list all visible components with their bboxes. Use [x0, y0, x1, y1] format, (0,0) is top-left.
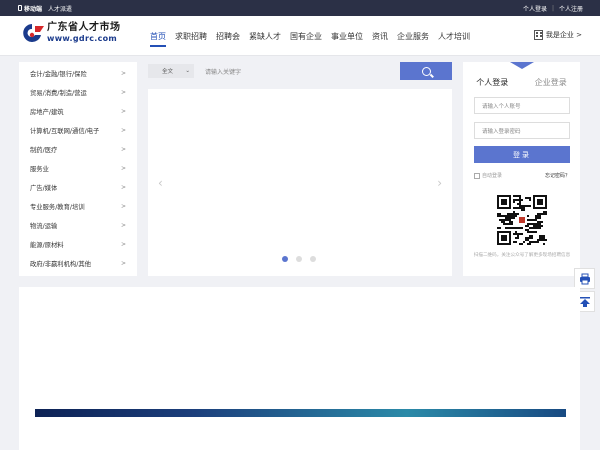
search-scope-select[interactable]: 全文 ⌄ — [148, 64, 194, 78]
back-to-top-icon — [579, 296, 590, 307]
carousel-dots — [282, 256, 316, 262]
print-button[interactable] — [574, 268, 595, 289]
category-item[interactable]: 会计/金融/银行/保险 > — [19, 64, 137, 83]
carousel-dot[interactable] — [282, 256, 288, 262]
chevron-right-icon: > — [120, 184, 126, 191]
tab-company-login[interactable]: 企业登录 — [535, 77, 567, 88]
nav-item[interactable]: 企业服务 — [397, 16, 429, 56]
carousel-dot[interactable] — [310, 256, 316, 262]
chevron-right-icon: > — [120, 222, 126, 229]
nav-item[interactable]: 紧缺人才 — [249, 16, 281, 56]
nav-item[interactable]: 资讯 — [372, 16, 388, 56]
category-label: 制药/医疗 — [30, 147, 58, 154]
nav-item[interactable]: 求职招聘 — [175, 16, 207, 56]
chevron-right-icon: > — [120, 108, 126, 115]
carousel-prev-icon[interactable]: ‹ — [158, 176, 163, 190]
top-bar-left: 移动端 人才派遣 — [18, 4, 72, 13]
top-bar-right: 个人登录 | 个人注册 — [523, 4, 583, 13]
login-tabs: 个人登录 企业登录 — [463, 77, 580, 88]
search-input[interactable]: 请输入关键字 — [194, 62, 400, 80]
mobile-link[interactable]: 移动端 — [18, 4, 42, 13]
category-label: 房地产/建筑 — [30, 109, 64, 116]
job-category-list: 会计/金融/银行/保险 > 贸易/消费/制造/营运 > 房地产/建筑 > 计算机/互联网/通… — [19, 62, 137, 276]
category-label: 计算机/互联网/通信/电子 — [30, 128, 100, 135]
carousel-next-icon[interactable]: › — [437, 176, 442, 190]
login-options: 自动登录 忘记密码？ — [474, 172, 570, 179]
logo-mark-icon — [23, 24, 44, 42]
chevron-right-icon: > — [120, 127, 126, 134]
chevron-right-icon: > — [120, 146, 126, 153]
search-scope-value: 全文 — [162, 69, 174, 75]
content-panel — [19, 287, 580, 450]
header: 广东省人才市场 www.gdrc.com 首页 求职招聘 招聘会 紧缺人才 国有企业 事业… — [0, 16, 600, 56]
login-notch — [510, 62, 534, 69]
login-panel: 个人登录 企业登录 请输入个人账号 请输入登录密码 登录 自动登录 忘记密码？ … — [463, 62, 580, 276]
category-label: 服务业 — [30, 166, 49, 173]
carousel-dot[interactable] — [296, 256, 302, 262]
checkbox-icon — [474, 172, 480, 179]
logo-url: www.gdrc.com — [47, 34, 118, 43]
talent-dispatch-link[interactable]: 人才派遣 — [48, 4, 72, 13]
chevron-down-icon: ⌄ — [185, 68, 190, 74]
category-label: 会计/金融/银行/保险 — [30, 71, 87, 78]
category-item[interactable]: 制药/医疗 > — [19, 140, 137, 159]
auto-login-label: 自动登录 — [482, 173, 503, 179]
category-item[interactable]: 贸易/消费/制造/营运 > — [19, 83, 137, 102]
chevron-right-icon: > — [120, 260, 126, 267]
category-item[interactable]: 服务业 > — [19, 159, 137, 178]
category-item[interactable]: 计算机/互联网/通信/电子 > — [19, 121, 137, 140]
category-label: 能源/原材料 — [30, 242, 64, 249]
nav-item[interactable]: 人才培训 — [438, 16, 470, 56]
logo-chinese-name: 广东省人才市场 — [47, 22, 121, 33]
category-item[interactable]: 广告/媒体 > — [19, 178, 137, 197]
login-button[interactable]: 登录 — [474, 146, 570, 163]
category-item[interactable]: 房地产/建筑 > — [19, 102, 137, 121]
category-item[interactable]: 物流/运输 > — [19, 216, 137, 235]
category-label: 专业服务/教育/培训 — [30, 204, 85, 211]
chevron-right-icon: > — [120, 165, 126, 172]
search-button[interactable] — [400, 62, 452, 80]
site-logo[interactable]: 广东省人才市场 www.gdrc.com — [19, 22, 121, 44]
banner-carousel: ‹ › — [148, 89, 452, 276]
category-item[interactable]: 能源/原材料 > — [19, 235, 137, 254]
category-item[interactable]: 专业服务/教育/培训 > — [19, 197, 137, 216]
nav-item[interactable]: 事业单位 — [331, 16, 363, 56]
chevron-right-icon: > — [120, 89, 126, 96]
separator: | — [551, 4, 554, 12]
logo-text: 广东省人才市场 www.gdrc.com — [47, 23, 121, 43]
category-label: 政府/非赢利机构/其他 — [30, 261, 91, 268]
category-label: 广告/媒体 — [30, 185, 58, 192]
banner-strip — [35, 409, 566, 417]
main-nav: 首页 求职招聘 招聘会 紧缺人才 国有企业 事业单位 资讯 企业服务 人才培训 — [150, 16, 479, 56]
nav-item[interactable]: 国有企业 — [290, 16, 322, 56]
tab-personal-login[interactable]: 个人登录 — [476, 77, 508, 88]
nav-item[interactable]: 首页 — [150, 16, 166, 56]
category-label: 物流/运输 — [30, 223, 58, 230]
qr-code-icon — [497, 195, 547, 245]
auto-login-checkbox[interactable]: 自动登录 — [474, 172, 502, 179]
chevron-right-icon: > — [120, 70, 126, 77]
forgot-password-link[interactable]: 忘记密码？ — [545, 172, 570, 179]
category-label: 贸易/消费/制造/营运 — [30, 90, 87, 97]
nav-item[interactable]: 招聘会 — [216, 16, 240, 56]
enterprise-label: 我是企业 > — [545, 31, 582, 39]
chevron-right-icon: > — [120, 203, 126, 210]
search-icon — [421, 66, 431, 76]
building-icon — [533, 30, 543, 40]
account-input[interactable]: 请输入个人账号 — [474, 97, 570, 114]
top-bar: 移动端 人才派遣 个人登录 | 个人注册 — [0, 0, 600, 16]
enterprise-link[interactable]: 我是企业 > — [533, 30, 582, 40]
mobile-label: 移动端 — [24, 5, 43, 13]
password-input[interactable]: 请输入登录密码 — [474, 122, 570, 139]
category-item[interactable]: 政府/非赢利机构/其他 > — [19, 254, 137, 273]
phone-icon — [18, 5, 22, 11]
chevron-right-icon: > — [120, 241, 126, 248]
printer-icon — [579, 273, 590, 284]
personal-register-link[interactable]: 个人注册 — [559, 4, 583, 13]
qr-hint: 扫描二维码，关注公众号了解更多现场招聘信息 — [473, 253, 571, 258]
search-bar: 全文 ⌄ 请输入关键字 — [148, 62, 452, 80]
personal-login-link[interactable]: 个人登录 — [523, 4, 547, 13]
